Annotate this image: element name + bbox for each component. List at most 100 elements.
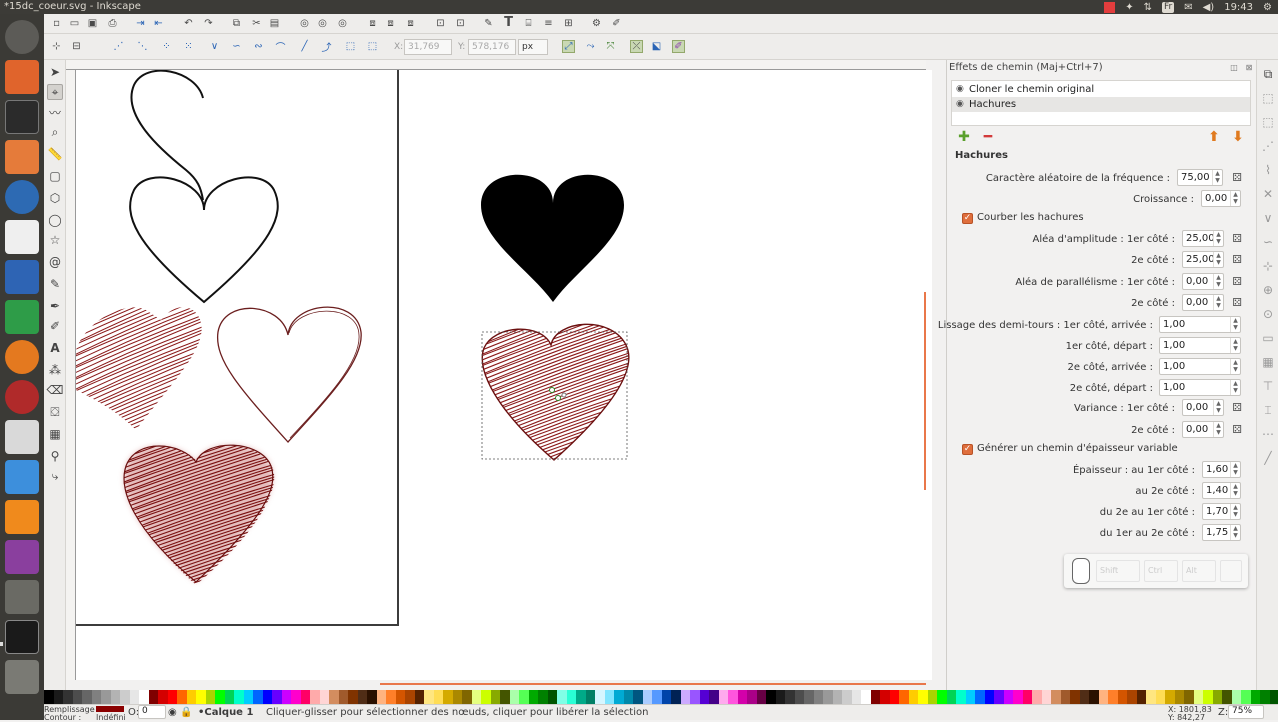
- break-path-icon[interactable]: ⋱: [136, 40, 149, 53]
- palette-swatch[interactable]: [111, 690, 121, 704]
- palette-swatch[interactable]: [120, 690, 130, 704]
- palette-swatch[interactable]: [244, 690, 254, 704]
- palette-swatch[interactable]: [1108, 690, 1118, 704]
- cut-icon[interactable]: ✂: [250, 17, 263, 30]
- snap-center-icon[interactable]: ⊕: [1260, 282, 1276, 298]
- palette-swatch[interactable]: [481, 690, 491, 704]
- duplicate-icon[interactable]: ⧈: [366, 17, 379, 30]
- palette-swatch[interactable]: [320, 690, 330, 704]
- snap-grid-icon[interactable]: ▦: [1260, 354, 1276, 370]
- color-palette[interactable]: [44, 690, 1278, 704]
- palette-swatch[interactable]: [823, 690, 833, 704]
- blender-icon[interactable]: [5, 340, 39, 374]
- vertical-scroll-thumb[interactable]: [924, 292, 926, 490]
- thickness-2to1-input[interactable]: 1,70▲▼: [1202, 503, 1241, 520]
- writer-icon[interactable]: [5, 260, 39, 294]
- snap-smooth-icon[interactable]: ∽: [1260, 234, 1276, 250]
- palette-swatch[interactable]: [776, 690, 786, 704]
- palette-swatch[interactable]: [652, 690, 662, 704]
- terminal-icon[interactable]: [5, 100, 39, 134]
- node-cusp-icon[interactable]: ∨: [208, 40, 221, 53]
- palette-swatch[interactable]: [576, 690, 586, 704]
- randomize-dice-icon[interactable]: ⚄: [1231, 233, 1243, 245]
- palette-swatch[interactable]: [538, 690, 548, 704]
- palette-swatch[interactable]: [975, 690, 985, 704]
- smooth-side1-arrival-input[interactable]: 1,00▲▼: [1159, 316, 1241, 333]
- document-properties-icon[interactable]: ✐: [610, 17, 623, 30]
- palette-swatch[interactable]: [329, 690, 339, 704]
- snap-text-icon[interactable]: ⌶: [1260, 402, 1276, 418]
- text-font-icon[interactable]: T: [502, 16, 515, 29]
- palette-swatch[interactable]: [947, 690, 957, 704]
- palette-swatch[interactable]: [1194, 690, 1204, 704]
- amplitude-side2-input[interactable]: 25,00▲▼: [1182, 251, 1224, 268]
- star-tool-icon[interactable]: ☆: [47, 232, 63, 248]
- export-icon[interactable]: ⇤: [152, 17, 165, 30]
- calligraphy-tool-icon[interactable]: ✐: [47, 318, 63, 334]
- palette-swatch[interactable]: [966, 690, 976, 704]
- redo-icon[interactable]: ↷: [202, 17, 215, 30]
- palette-swatch[interactable]: [168, 690, 178, 704]
- palette-swatch[interactable]: [386, 690, 396, 704]
- visibility-eye-icon[interactable]: ◉: [956, 82, 964, 97]
- snap-rotation-center-icon[interactable]: ⊙: [1260, 306, 1276, 322]
- palette-swatch[interactable]: [700, 690, 710, 704]
- impress-icon[interactable]: [5, 420, 39, 454]
- snap-toggle-icon[interactable]: ⧉: [1260, 66, 1276, 82]
- palette-swatch[interactable]: [548, 690, 558, 704]
- effect-item-clone-original[interactable]: ◉ Cloner le chemin original: [952, 82, 1250, 97]
- print-icon[interactable]: ⎙: [106, 17, 119, 30]
- palette-swatch[interactable]: [149, 690, 159, 704]
- snap-guide-icon[interactable]: ⊤: [1260, 378, 1276, 394]
- new-document-icon[interactable]: ▫: [50, 17, 63, 30]
- show-clipping-path-icon[interactable]: ⤫: [630, 40, 643, 53]
- show-mask-icon[interactable]: ⬕: [650, 40, 663, 53]
- palette-swatch[interactable]: [1051, 690, 1061, 704]
- palette-swatch[interactable]: [367, 690, 377, 704]
- zoom-selection-icon[interactable]: ◎: [298, 17, 311, 30]
- horizontal-scroll-thumb[interactable]: [380, 683, 926, 685]
- pencil-tool-icon[interactable]: ✎: [47, 276, 63, 292]
- spin-arrows[interactable]: ▲▼: [1230, 338, 1240, 353]
- 3d-box-tool-icon[interactable]: ⬡: [47, 190, 63, 206]
- fill-swatch[interactable]: [96, 706, 124, 712]
- x-coordinate-field[interactable]: 31,769: [404, 39, 452, 55]
- palette-swatch[interactable]: [1156, 690, 1166, 704]
- snap-midpoint-icon[interactable]: ⊹: [1260, 258, 1276, 274]
- dropper-tool-icon[interactable]: ⚲: [47, 448, 63, 464]
- thickness-side1-input[interactable]: 1,60▲▼: [1202, 461, 1241, 478]
- palette-swatch[interactable]: [633, 690, 643, 704]
- move-down-icon[interactable]: ⬇: [1231, 130, 1245, 144]
- spin-arrows[interactable]: ▲▼: [1212, 170, 1222, 185]
- open-icon[interactable]: ▭: [68, 17, 81, 30]
- zoom-page-icon[interactable]: ◎: [336, 17, 349, 30]
- palette-swatch[interactable]: [899, 690, 909, 704]
- horizontal-ruler[interactable]: [66, 60, 926, 70]
- node-handle[interactable]: [550, 388, 555, 393]
- spin-arrows[interactable]: ▲▼: [1230, 462, 1240, 477]
- smooth-side1-departure-input[interactable]: 1,00▲▼: [1159, 337, 1241, 354]
- randomize-dice-icon[interactable]: ⚄: [1231, 297, 1243, 309]
- record-indicator-icon[interactable]: [1104, 2, 1115, 13]
- vertical-ruler[interactable]: [66, 70, 76, 680]
- palette-swatch[interactable]: [1232, 690, 1242, 704]
- mail-icon[interactable]: ✉: [1184, 2, 1192, 13]
- layer-select[interactable]: •Calque 1: [198, 707, 253, 718]
- palette-swatch[interactable]: [63, 690, 73, 704]
- palette-swatch[interactable]: [510, 690, 520, 704]
- object-to-path-icon[interactable]: ⬚: [344, 40, 357, 53]
- snap-nodes-icon[interactable]: ⋰: [1260, 138, 1276, 154]
- thickness-side2-input[interactable]: 1,40▲▼: [1202, 482, 1241, 499]
- spin-arrows[interactable]: ▲▼: [1230, 483, 1240, 498]
- palette-swatch[interactable]: [985, 690, 995, 704]
- snap-path-icon[interactable]: ⌇: [1260, 162, 1276, 178]
- show-path-effect-icon[interactable]: ✐: [672, 40, 685, 53]
- palette-swatch[interactable]: [348, 690, 358, 704]
- palette-swatch[interactable]: [595, 690, 605, 704]
- palette-swatch[interactable]: [1099, 690, 1109, 704]
- palette-swatch[interactable]: [918, 690, 928, 704]
- palette-swatch[interactable]: [310, 690, 320, 704]
- vertical-scrollbar[interactable]: [926, 70, 932, 680]
- y-coordinate-field[interactable]: 578,176: [468, 39, 516, 55]
- drawing-canvas[interactable]: [76, 70, 926, 680]
